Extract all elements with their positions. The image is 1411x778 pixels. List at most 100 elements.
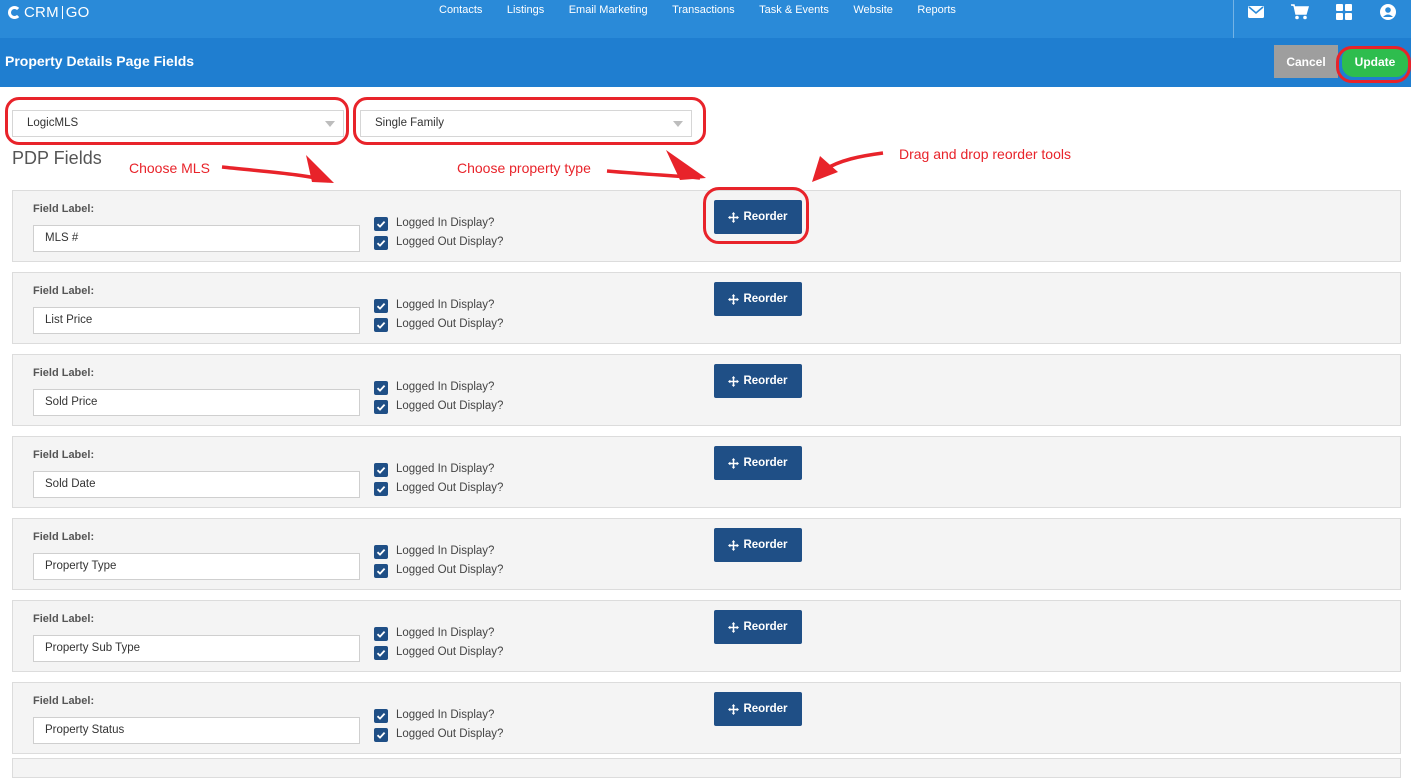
move-icon: [728, 293, 743, 305]
nav-item-website[interactable]: Website: [853, 4, 893, 16]
reorder-button[interactable]: Reorder: [714, 446, 802, 480]
field-row[interactable]: Field Label: Sold Price Logged In Display?…: [12, 354, 1401, 426]
logged-out-label: Logged Out Display?: [396, 482, 504, 494]
field-label-input[interactable]: List Price: [33, 307, 360, 334]
mls-select-value: LogicMLS: [27, 117, 79, 129]
field-label-caption: Field Label:: [33, 531, 95, 543]
move-icon: [728, 703, 743, 715]
grid-icon[interactable]: [1322, 0, 1366, 24]
move-icon: [728, 621, 743, 633]
user-icon[interactable]: [1366, 0, 1410, 24]
logo-ring-icon: [8, 5, 21, 19]
annotation-drag-drop: Drag and drop reorder tools: [899, 146, 1071, 162]
field-label-caption: Field Label:: [33, 613, 95, 625]
nav-item-listings[interactable]: Listings: [507, 4, 544, 16]
nav-item-reports[interactable]: Reports: [917, 4, 956, 16]
logged-in-label: Logged In Display?: [396, 299, 495, 311]
field-row[interactable]: Field Label: Property Status Logged In Dis…: [12, 682, 1401, 754]
arrow-drag-drop: [823, 151, 884, 172]
logged-out-checkbox[interactable]: [374, 318, 388, 332]
move-icon: [728, 457, 743, 469]
crm-go-logo[interactable]: CRM GO: [8, 3, 90, 21]
logged-out-checkbox[interactable]: [374, 400, 388, 414]
field-label-caption: Field Label:: [33, 203, 95, 215]
reorder-button[interactable]: Reorder: [714, 692, 802, 726]
logged-in-checkbox[interactable]: [374, 627, 388, 641]
logged-out-label: Logged Out Display?: [396, 564, 504, 576]
field-label-input[interactable]: Property Sub Type: [33, 635, 360, 662]
logged-in-label: Logged In Display?: [396, 627, 495, 639]
mls-select[interactable]: LogicMLS: [12, 110, 344, 137]
field-row-partial: [12, 758, 1401, 778]
cancel-button[interactable]: Cancel: [1274, 45, 1338, 78]
field-label-caption: Field Label:: [33, 367, 95, 379]
reorder-label: Reorder: [743, 211, 788, 223]
logged-out-checkbox[interactable]: [374, 646, 388, 660]
logged-out-label: Logged Out Display?: [396, 646, 504, 658]
logged-out-checkbox[interactable]: [374, 564, 388, 578]
field-label-input[interactable]: MLS #: [33, 225, 360, 252]
main-nav: Contacts Listings Email Marketing Transa…: [439, 4, 980, 16]
arrow-head-choose-mls: [306, 155, 334, 183]
property-type-select-value: Single Family: [375, 117, 445, 129]
field-row[interactable]: Field Label: Sold Date Logged In Display? L…: [12, 436, 1401, 508]
logged-out-checkbox[interactable]: [374, 728, 388, 742]
update-button[interactable]: Update: [1342, 47, 1408, 77]
logged-in-checkbox[interactable]: [374, 381, 388, 395]
nav-item-transactions[interactable]: Transactions: [672, 4, 735, 16]
nav-item-contacts[interactable]: Contacts: [439, 4, 482, 16]
logged-in-checkbox[interactable]: [374, 217, 388, 231]
logged-in-checkbox[interactable]: [374, 299, 388, 313]
nav-item-email-marketing[interactable]: Email Marketing: [569, 4, 648, 16]
move-icon: [728, 211, 743, 223]
field-label-caption: Field Label:: [33, 449, 95, 461]
reorder-button[interactable]: Reorder: [714, 528, 802, 562]
arrow-choose-property-type: [606, 169, 701, 180]
field-row[interactable]: Field Label: List Price Logged In Display?…: [12, 272, 1401, 344]
logged-out-label: Logged Out Display?: [396, 236, 504, 248]
arrow-choose-mls: [221, 165, 329, 183]
reorder-label: Reorder: [743, 621, 788, 633]
logged-in-label: Logged In Display?: [396, 545, 495, 557]
reorder-button[interactable]: Reorder: [714, 610, 802, 644]
property-type-select[interactable]: Single Family: [360, 110, 692, 137]
logged-in-label: Logged In Display?: [396, 217, 495, 229]
cart-icon[interactable]: [1278, 0, 1322, 24]
arrow-head-drag-drop: [812, 156, 838, 182]
field-row[interactable]: Field Label: Property Type Logged In Displ…: [12, 518, 1401, 590]
field-label-caption: Field Label:: [33, 695, 95, 707]
reorder-button[interactable]: Reorder: [714, 282, 802, 316]
logo-text-crm: CRM: [24, 3, 59, 21]
logo-text-go: GO: [65, 3, 90, 21]
logo-divider: [61, 5, 63, 19]
move-icon: [728, 539, 743, 551]
reorder-button[interactable]: Reorder: [714, 200, 802, 234]
envelope-icon[interactable]: [1234, 0, 1278, 24]
logged-out-checkbox[interactable]: [374, 236, 388, 250]
reorder-button[interactable]: Reorder: [714, 364, 802, 398]
reorder-label: Reorder: [743, 375, 788, 387]
chevron-down-icon: [325, 121, 335, 127]
logged-in-checkbox[interactable]: [374, 463, 388, 477]
field-row[interactable]: Field Label: Property Sub Type Logged In D…: [12, 600, 1401, 672]
section-title: PDP Fields: [12, 148, 102, 168]
logged-in-label: Logged In Display?: [396, 381, 495, 393]
field-label-input[interactable]: Property Type: [33, 553, 360, 580]
annotation-choose-mls: Choose MLS: [129, 160, 210, 176]
reorder-label: Reorder: [743, 457, 788, 469]
annotation-choose-property-type: Choose property type: [457, 160, 591, 176]
logged-out-label: Logged Out Display?: [396, 728, 504, 740]
logged-out-checkbox[interactable]: [374, 482, 388, 496]
logged-out-label: Logged Out Display?: [396, 400, 504, 412]
arrow-head-choose-property-type: [666, 150, 706, 180]
chevron-down-icon: [673, 121, 683, 127]
page-header-bar: Property Details Page Fields Cancel Upda…: [0, 38, 1411, 87]
logged-in-checkbox[interactable]: [374, 545, 388, 559]
field-row[interactable]: Field Label: MLS # Logged In Display? Logge…: [12, 190, 1401, 262]
field-label-input[interactable]: Property Status: [33, 717, 360, 744]
field-label-input[interactable]: Sold Date: [33, 471, 360, 498]
logged-in-checkbox[interactable]: [374, 709, 388, 723]
nav-item-task-events[interactable]: Task & Events: [759, 4, 829, 16]
field-label-input[interactable]: Sold Price: [33, 389, 360, 416]
page-title: Property Details Page Fields: [5, 53, 195, 69]
